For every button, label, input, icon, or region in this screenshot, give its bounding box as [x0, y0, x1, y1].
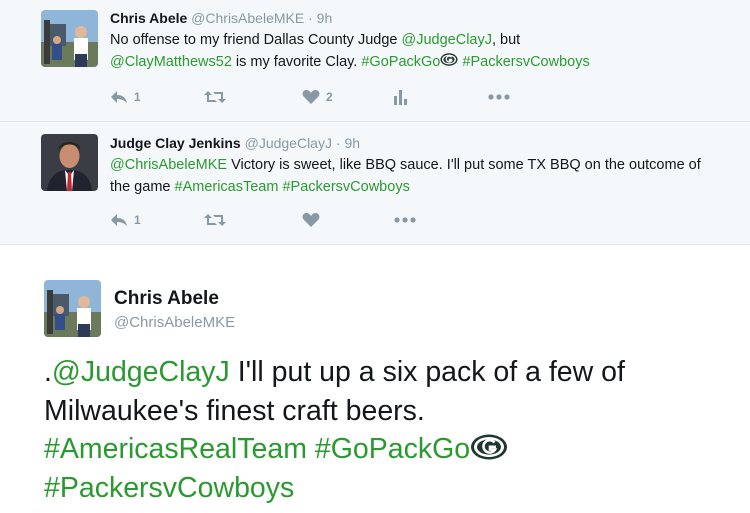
more-button[interactable] — [488, 88, 510, 106]
tweet-header: Judge Clay Jenkins @JudgeClayJ · 9h — [110, 135, 360, 151]
reply-button[interactable]: 1 — [110, 211, 141, 229]
mention-link[interactable]: @ChrisAbeleMKE — [110, 157, 227, 173]
packers-logo-icon — [440, 53, 458, 66]
mention-link[interactable]: @JudgeClayJ — [402, 32, 492, 48]
packers-logo-icon — [471, 434, 508, 460]
tweet-actions: 1 2 — [110, 88, 530, 106]
like-button[interactable]: 2 — [302, 88, 333, 106]
reply-count: 1 — [134, 90, 141, 104]
text-segment: . — [44, 356, 52, 388]
more-icon — [488, 94, 510, 100]
timestamp[interactable]: 9h — [317, 10, 333, 26]
hashtag-link[interactable]: #PackersvCowboys — [462, 54, 589, 70]
avatar-photo-icon — [41, 10, 98, 67]
like-button[interactable] — [302, 211, 326, 229]
analytics-icon — [394, 90, 407, 105]
retweet-button[interactable] — [204, 88, 232, 106]
tweet-actions: 1 — [110, 211, 530, 229]
reply-icon — [111, 91, 127, 103]
display-name[interactable]: Chris Abele — [114, 288, 219, 310]
username[interactable]: @JudgeClayJ — [245, 135, 332, 151]
hashtag-link[interactable]: #AmericasTeam — [175, 179, 279, 195]
display-name[interactable]: Judge Clay Jenkins — [110, 135, 241, 151]
retweet-icon — [204, 214, 226, 226]
more-icon — [394, 217, 416, 223]
hashtag-link[interactable]: #PackersvCowboys — [44, 472, 294, 504]
reply-button[interactable]: 1 — [110, 88, 141, 106]
hashtag-link[interactable]: #AmericasRealTeam — [44, 433, 307, 465]
tweet-text: @ChrisAbeleMKE Victory is sweet, like BB… — [110, 154, 720, 198]
mention-link[interactable]: @ClayMatthews52 — [110, 54, 232, 70]
text-segment: , but — [492, 32, 521, 48]
reply-tweet[interactable]: Chris Abele @ChrisAbeleMKE · 9h No offen… — [0, 0, 750, 122]
separator-dot: · — [335, 135, 341, 151]
text-segment: is my favorite Clay. — [231, 54, 362, 70]
reply-count: 1 — [134, 213, 141, 227]
retweet-button[interactable] — [204, 211, 232, 229]
text-segment: No offense to my friend Dallas County Ju… — [110, 32, 402, 48]
mention-link[interactable]: @JudgeClayJ — [52, 356, 230, 388]
more-button[interactable] — [394, 211, 416, 229]
retweet-icon — [204, 91, 226, 103]
hashtag-link[interactable]: #GoPackGo — [315, 433, 470, 465]
avatar-photo-icon — [41, 134, 98, 191]
tweet-text: No offense to my friend Dallas County Ju… — [110, 29, 720, 73]
like-count: 2 — [326, 90, 333, 104]
username[interactable]: @ChrisAbeleMKE — [114, 314, 235, 331]
hashtag-link[interactable]: #PackersvCowboys — [282, 179, 409, 195]
timestamp[interactable]: 9h — [344, 135, 360, 151]
avatar[interactable] — [41, 134, 98, 191]
separator-dot: · — [308, 10, 313, 26]
reply-icon — [111, 214, 127, 226]
hashtag-link[interactable]: #GoPackGo — [361, 54, 440, 70]
analytics-button[interactable] — [394, 88, 408, 106]
like-icon — [302, 213, 320, 227]
username[interactable]: @ChrisAbeleMKE — [191, 10, 304, 26]
display-name[interactable]: Chris Abele — [110, 10, 187, 26]
tweet-text: .@JudgeClayJ I'll put up a six pack of a… — [44, 353, 734, 507]
tweet-header: Chris Abele @ChrisAbeleMKE · 9h — [110, 10, 332, 26]
like-icon — [302, 90, 320, 104]
avatar[interactable] — [41, 10, 98, 67]
